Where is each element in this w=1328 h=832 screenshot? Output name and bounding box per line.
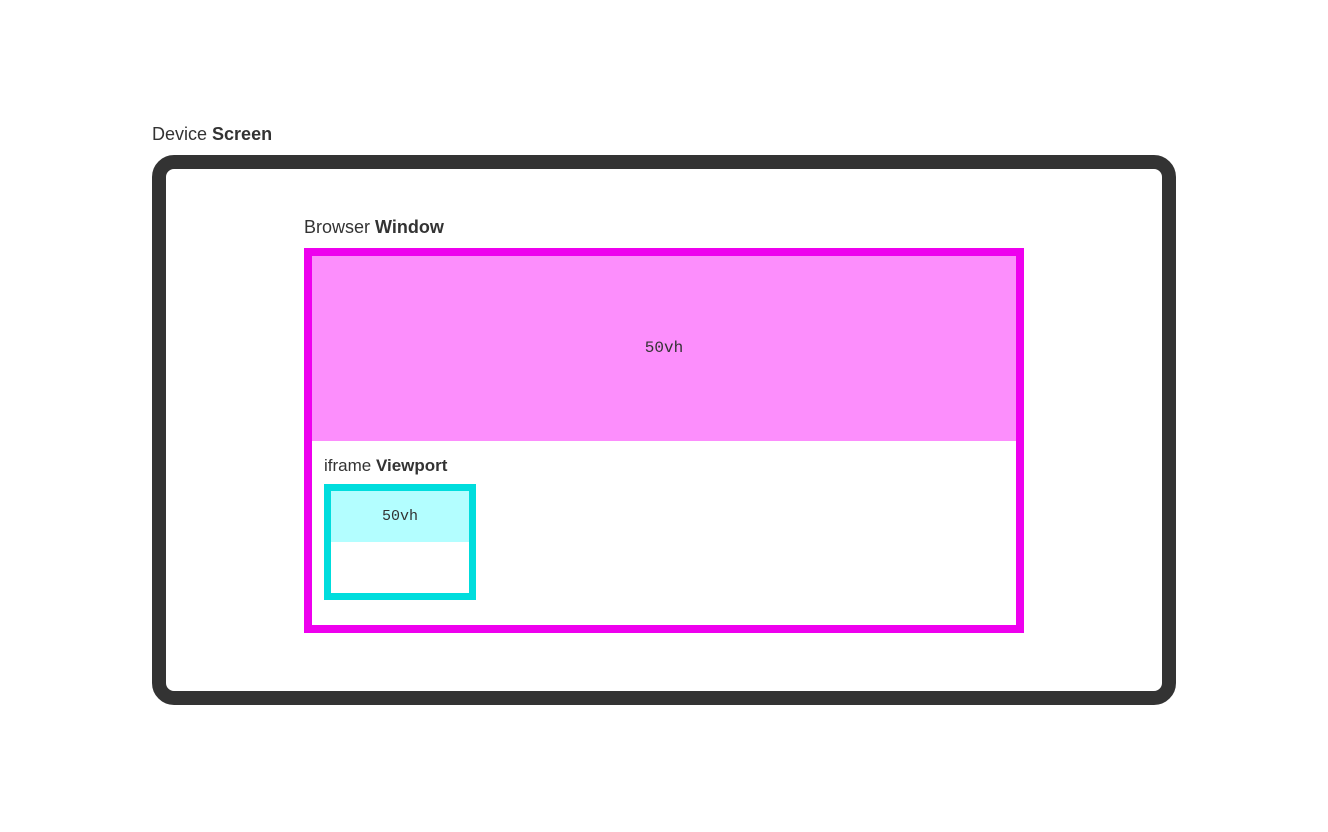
browser-label-bold: Window <box>375 217 444 237</box>
iframe-fill-label: 50vh <box>382 508 418 525</box>
iframe-viewport-group: iframe Viewport 50vh <box>324 456 476 600</box>
browser-window-group: Browser Window 50vh iframe Viewport 50vh <box>304 217 1024 633</box>
browser-fill-label: 50vh <box>645 339 683 357</box>
device-screen-box: Browser Window 50vh iframe Viewport 50vh <box>152 155 1176 705</box>
iframe-50vh-region: 50vh <box>331 491 469 542</box>
browser-label-prefix: Browser <box>304 217 375 237</box>
browser-window-label: Browser Window <box>304 217 1024 238</box>
iframe-viewport-label: iframe Viewport <box>324 456 476 476</box>
browser-window-box: 50vh iframe Viewport 50vh <box>304 248 1024 633</box>
diagram-canvas: Device Screen Browser Window 50vh iframe… <box>152 124 1176 705</box>
device-screen-label: Device Screen <box>152 124 1176 145</box>
iframe-viewport-box: 50vh <box>324 484 476 600</box>
browser-50vh-region: 50vh <box>312 256 1016 441</box>
iframe-label-prefix: iframe <box>324 456 376 475</box>
device-label-bold: Screen <box>212 124 272 144</box>
device-label-prefix: Device <box>152 124 212 144</box>
iframe-label-bold: Viewport <box>376 456 447 475</box>
